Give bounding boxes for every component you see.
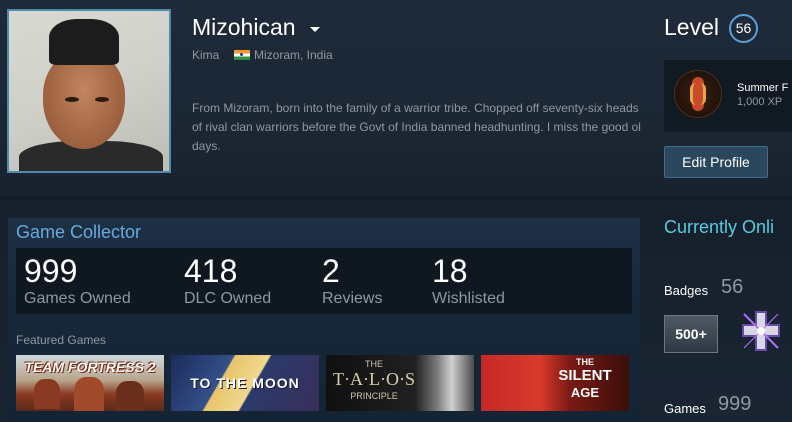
favorite-badge-xp: 1,000 XP [737, 96, 783, 108]
favorite-badge[interactable]: Summer F 1,000 XP [664, 60, 792, 132]
avatar-hair [49, 19, 119, 65]
avatar-eye [65, 97, 79, 102]
stat-reviews[interactable]: 2 Reviews [322, 254, 382, 310]
badges-count[interactable]: 56 [721, 276, 743, 299]
featured-game-to-the-moon[interactable]: TO THE MOON [171, 355, 319, 411]
stat-wishlisted[interactable]: 18 Wishlisted [432, 254, 505, 310]
game-title-line: T·A·L·O·S [333, 369, 415, 389]
showcase-title: Game Collector [16, 222, 142, 242]
game-title: TEAM FORTRESS 2 [24, 359, 156, 375]
stat-value: 2 [322, 253, 340, 289]
favorite-badge-name: Summer F [737, 82, 789, 94]
featured-games-label: Featured Games [16, 333, 107, 347]
badge-500-games[interactable]: 500+ [664, 315, 718, 353]
tf2-character [34, 379, 60, 409]
featured-game-tf2[interactable]: TEAM FORTRESS 2 [16, 355, 164, 411]
avatar-eye [95, 97, 109, 102]
stat-label: Games Owned [24, 290, 131, 307]
game-title-line: THE [576, 357, 594, 367]
india-flag-icon [234, 50, 250, 60]
stat-value: 999 [24, 253, 78, 289]
stat-games-owned[interactable]: 999 Games Owned [24, 254, 131, 310]
featured-game-talos-principle[interactable]: THE T·A·L·O·S PRINCIPLE [326, 355, 474, 411]
tf2-character [116, 381, 144, 411]
game-title: TO THE MOON [190, 375, 300, 391]
level-label: Level [664, 14, 719, 40]
games-count[interactable]: 999 [718, 393, 751, 416]
stat-value: 18 [432, 253, 468, 289]
games-link-label[interactable]: Games [664, 401, 706, 416]
badges-link-label[interactable]: Badges [664, 283, 708, 298]
edit-profile-button[interactable]: Edit Profile [664, 146, 768, 178]
stat-dlc-owned[interactable]: 418 DLC Owned [184, 254, 271, 310]
persona-name: Mizohican [192, 14, 296, 40]
real-name: Kima [192, 48, 220, 62]
showcase-stats: 999 Games Owned 418 DLC Owned 2 Reviews … [16, 248, 632, 314]
game-title-line: SILENT [558, 367, 612, 384]
level-badge[interactable]: 56 [729, 14, 758, 43]
online-status: Currently Onli [664, 217, 775, 237]
avatar-face [43, 51, 125, 149]
game-title-line: THE [365, 359, 383, 369]
stat-label: Reviews [322, 290, 383, 307]
stat-value: 418 [184, 253, 238, 289]
location: Mizoram, India [254, 48, 333, 62]
hotdog-badge-icon [674, 70, 722, 118]
profile-summary: From Mizoram, born into the family of a … [192, 101, 641, 153]
game-collector-showcase: Game Collector 999 Games Owned 418 DLC O… [8, 218, 640, 422]
stat-label: Wishlisted [432, 290, 505, 307]
game-title-line: PRINCIPLE [350, 391, 398, 401]
game-title-line: AGE [570, 385, 600, 400]
featured-game-silent-age[interactable]: THE SILENT AGE [481, 355, 629, 411]
avatar[interactable] [7, 9, 171, 173]
sparkle-cross-badge-icon[interactable] [736, 308, 786, 354]
persona-dropdown-icon[interactable] [310, 27, 320, 32]
tf2-character [74, 377, 104, 411]
stat-label: DLC Owned [184, 290, 272, 307]
